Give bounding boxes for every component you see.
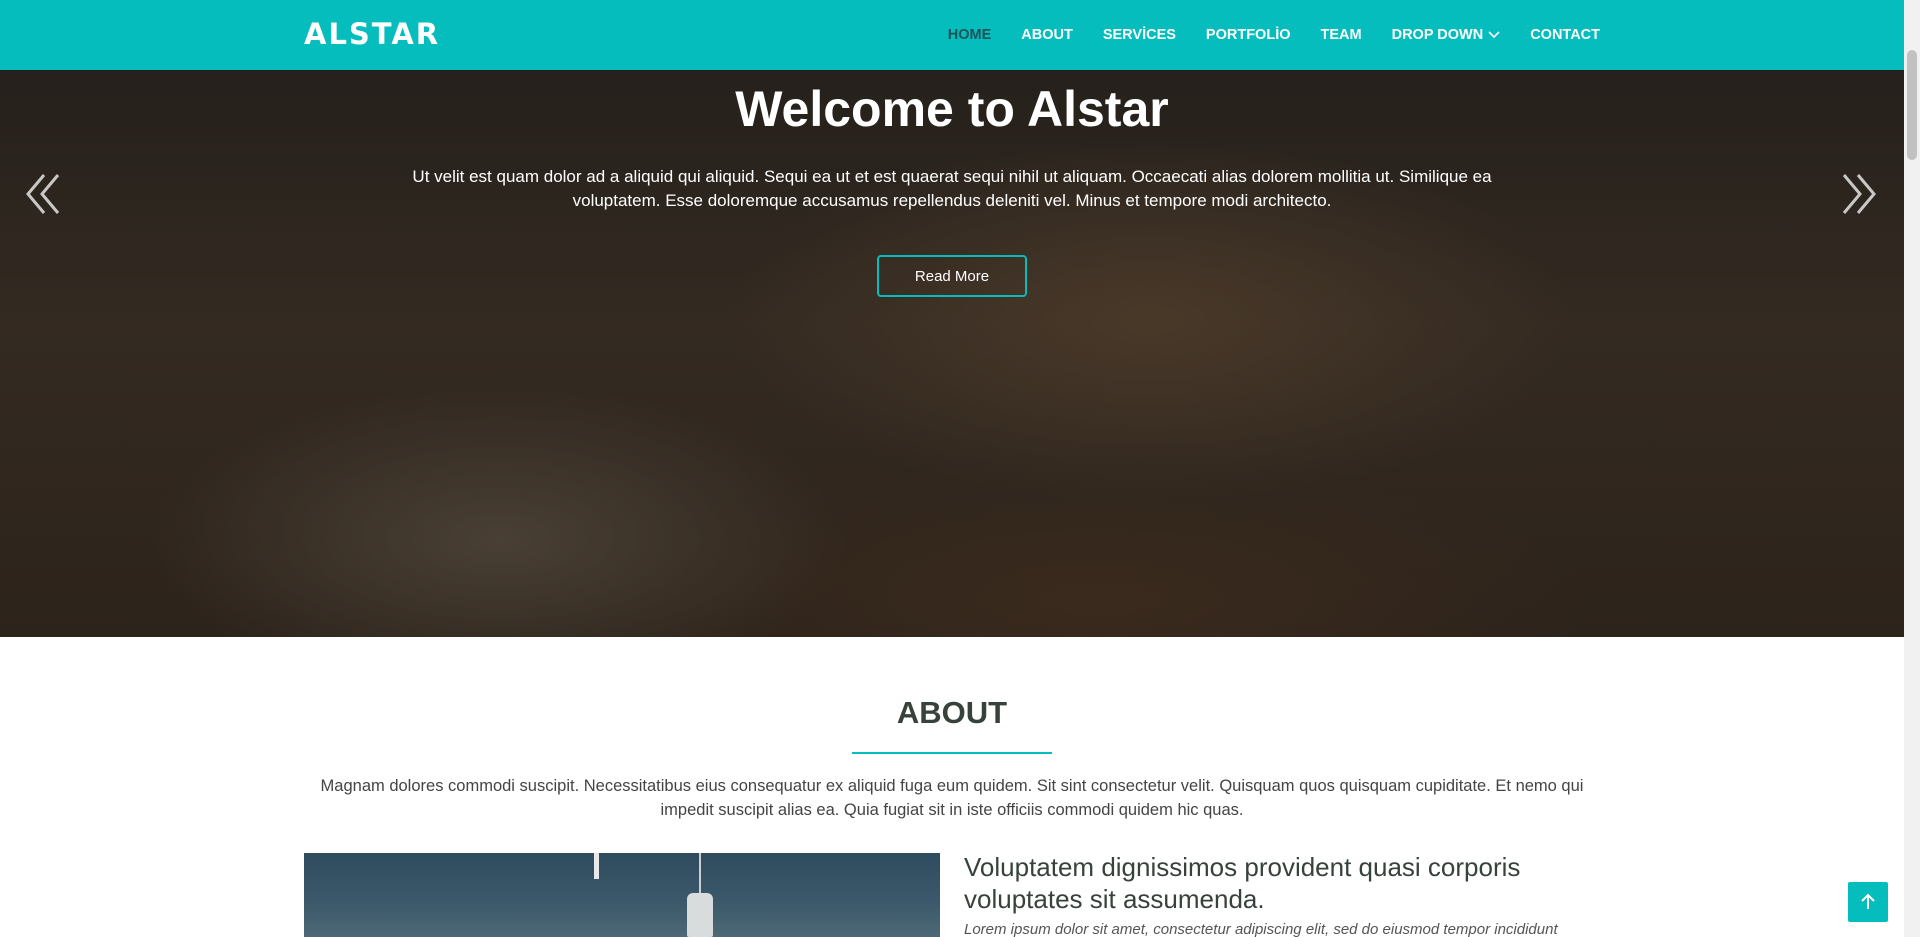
about-heading: Voluptatem dignissimos provident quasi c… (964, 852, 1521, 914)
nav-home[interactable]: HOME (948, 27, 992, 43)
main-nav: HOME ABOUT SERVİCES PORTFOLİO TEAM DROP … (918, 0, 1600, 70)
nav-contact[interactable]: CONTACT (1530, 27, 1600, 43)
arrow-up-icon (1861, 893, 1875, 909)
hero-text: Ut velit est quam dolor ad a aliquid qui… (412, 167, 1492, 210)
scrollbar-thumb[interactable] (1907, 50, 1917, 160)
nav-home-label: HOME (947, 27, 992, 43)
about-image (304, 853, 940, 937)
about-title-underline (852, 752, 1052, 754)
hero-title: Welcome to Alstar (735, 81, 1169, 137)
nav-portfolio[interactable]: PORTFOLİO (1206, 27, 1291, 43)
nav-about-label: ABOUT (1021, 27, 1073, 43)
back-to-top-button[interactable] (1848, 882, 1888, 922)
nav-services-label: SERVİCES (1102, 27, 1176, 43)
nav-about[interactable]: ABOUT (1021, 27, 1073, 43)
nav-team-label: TEAM (1320, 27, 1362, 43)
nav-contact-label: CONTACT (1530, 27, 1600, 43)
about-italic-text: Lorem ipsum dolor sit amet, consectetur … (964, 921, 1558, 937)
page-scrollbar[interactable] (1904, 0, 1920, 937)
about-intro: Magnam dolores commodi suscipit. Necessi… (320, 777, 1584, 819)
about-title: ABOUT (896, 695, 1008, 730)
read-more-button[interactable]: Read More (877, 255, 1027, 297)
nav-services[interactable]: SERVİCES (1103, 27, 1176, 43)
chevron-down-icon (1488, 31, 1500, 39)
lamp-cord (699, 853, 701, 893)
nav-dropdown-label: DROP DOWN (1391, 27, 1484, 43)
nav-portfolio-label: PORTFOLİO (1205, 27, 1291, 43)
ceiling-fixture (594, 853, 599, 879)
double-chevron-right-icon[interactable] (1838, 171, 1878, 217)
logo[interactable]: ALSTAR (304, 17, 440, 51)
nav-team[interactable]: TEAM (1321, 27, 1362, 43)
site-header: ALSTAR HOME ABOUT SERVİCES PORTFOLİO TEA… (0, 0, 1904, 70)
pendant-lamp (687, 893, 713, 937)
double-chevron-left-icon[interactable] (24, 171, 64, 217)
nav-dropdown[interactable]: DROP DOWN (1392, 27, 1501, 43)
hero-carousel: Welcome to Alstar Ut velit est quam dolo… (0, 70, 1904, 637)
